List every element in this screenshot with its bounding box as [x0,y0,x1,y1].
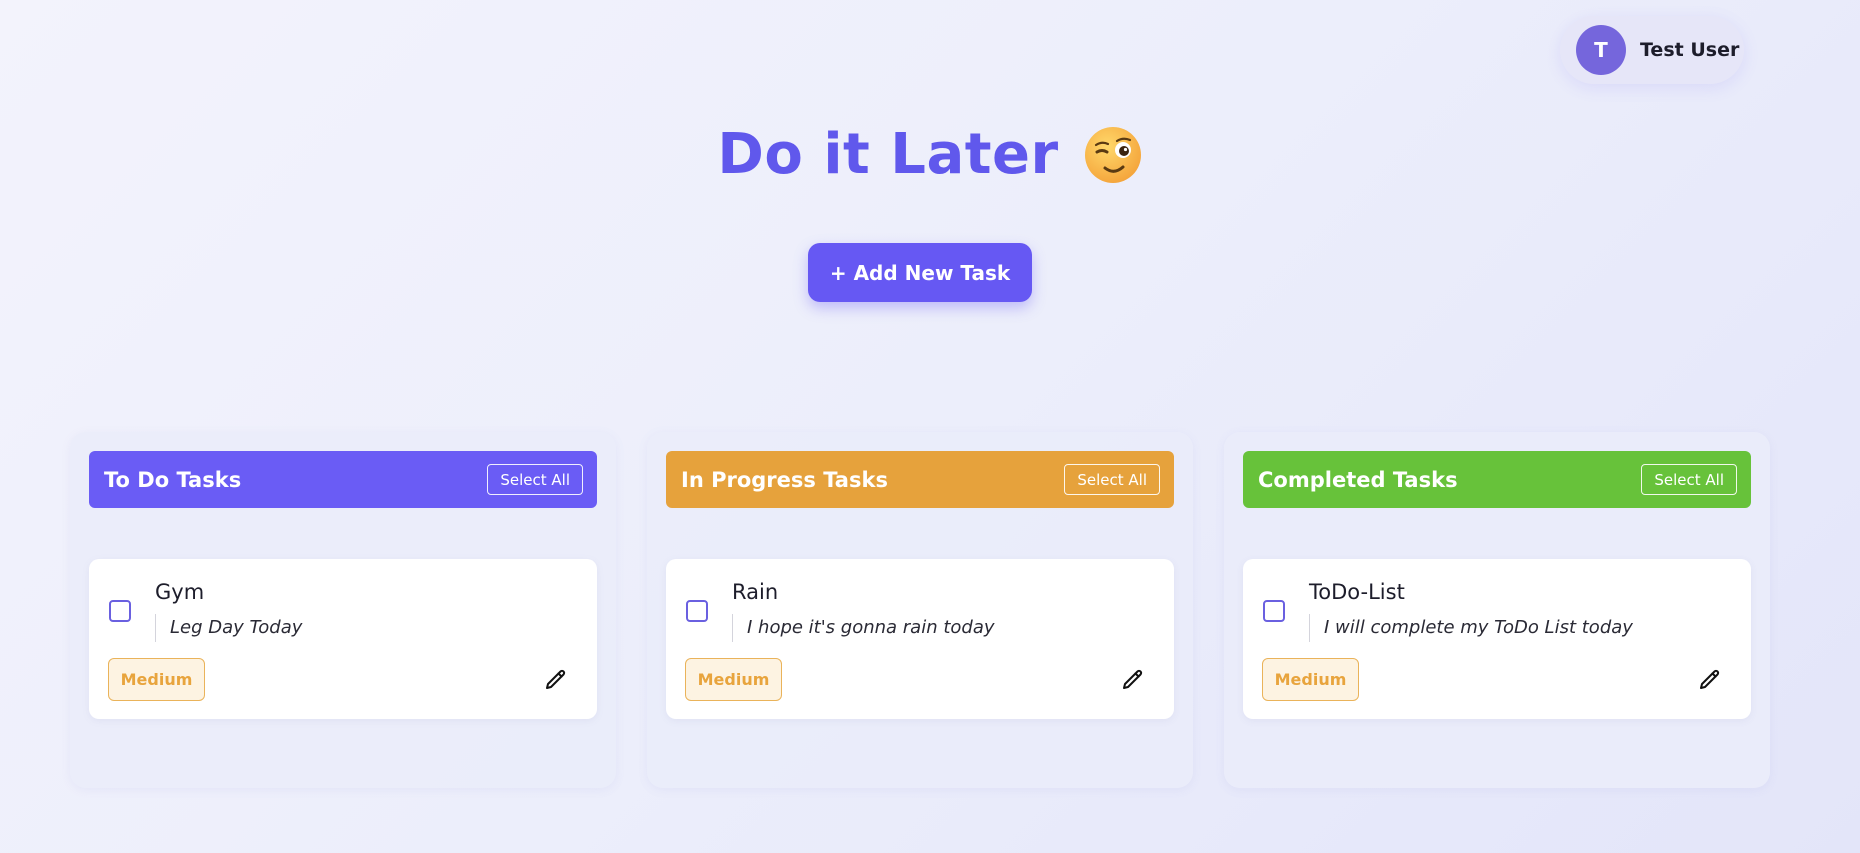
task-name: Gym [155,580,205,604]
column-completed: Completed Tasks Select All ToDo-List I w… [1224,432,1770,788]
column-title: In Progress Tasks [681,467,888,492]
avatar: T [1576,25,1626,75]
task-description: I will complete my ToDo List today [1309,614,1633,642]
page-title: Do it Later [717,122,1059,187]
task-card[interactable]: Gym Leg Day Today Medium [89,559,597,719]
header: Do it Later [0,122,1860,187]
task-name: Rain [732,580,779,604]
column-header: In Progress Tasks Select All [666,451,1174,508]
priority-badge: Medium [1262,658,1359,701]
add-new-task-button[interactable]: + Add New Task [808,243,1032,302]
task-name: ToDo-List [1309,580,1405,604]
task-checkbox[interactable] [1263,600,1285,622]
column-header: To Do Tasks Select All [89,451,597,508]
select-all-button[interactable]: Select All [487,464,583,495]
user-name: Test User [1640,39,1740,61]
select-all-button[interactable]: Select All [1641,464,1737,495]
edit-task-button[interactable] [1118,665,1148,695]
priority-badge: Medium [685,658,782,701]
pencil-icon [1700,669,1720,689]
column-title: To Do Tasks [104,467,242,492]
select-all-button[interactable]: Select All [1064,464,1160,495]
pencil-icon [1123,669,1143,689]
priority-badge: Medium [108,658,205,701]
column-in-progress: In Progress Tasks Select All Rain I hope… [647,432,1193,788]
task-card[interactable]: Rain I hope it's gonna rain today Medium [666,559,1174,719]
column-title: Completed Tasks [1258,467,1458,492]
pencil-icon [546,669,566,689]
task-card[interactable]: ToDo-List I will complete my ToDo List t… [1243,559,1751,719]
task-description: I hope it's gonna rain today [732,614,995,642]
edit-task-button[interactable] [541,665,571,695]
column-header: Completed Tasks Select All [1243,451,1751,508]
task-checkbox[interactable] [109,600,131,622]
edit-task-button[interactable] [1695,665,1725,695]
task-checkbox[interactable] [686,600,708,622]
task-description: Leg Day Today [155,614,302,642]
winking-face-icon [1084,126,1141,183]
user-menu[interactable]: T Test User [1560,16,1744,84]
column-todo: To Do Tasks Select All Gym Leg Day Today… [70,432,616,788]
